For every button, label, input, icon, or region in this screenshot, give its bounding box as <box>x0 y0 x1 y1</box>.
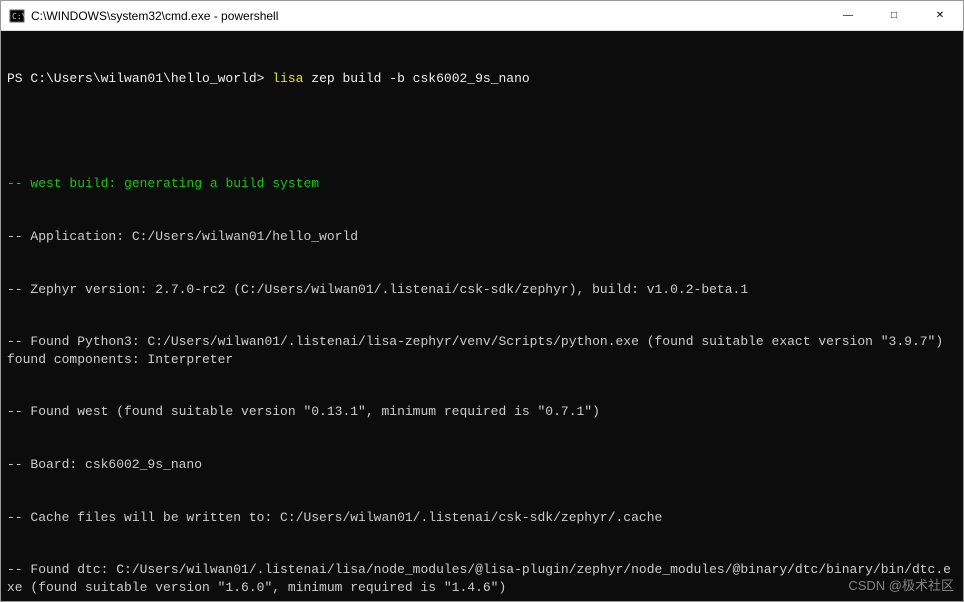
terminal-body[interactable]: PS C:\Users\wilwan01\hello_world> lisa z… <box>1 31 963 601</box>
prompt-path: PS C:\Users\wilwan01\hello_world> <box>7 71 272 86</box>
window-controls: — □ ✕ <box>825 1 963 31</box>
output-line: -- Zephyr version: 2.7.0-rc2 (C:/Users/w… <box>7 281 957 299</box>
command-yellow: lisa <box>272 71 311 86</box>
titlebar[interactable]: C:\ C:\WINDOWS\system32\cmd.exe - powers… <box>1 1 963 31</box>
window-title: C:\WINDOWS\system32\cmd.exe - powershell <box>31 9 825 23</box>
output-line: -- Cache files will be written to: C:/Us… <box>7 509 957 527</box>
command-rest: zep build -b csk6002_9s_nano <box>311 71 529 86</box>
watermark: CSDN @极术社区 <box>848 575 954 594</box>
window: C:\ C:\WINDOWS\system32\cmd.exe - powers… <box>0 0 964 602</box>
dashes: -- <box>7 176 30 191</box>
close-button[interactable]: ✕ <box>917 1 963 31</box>
minimize-button[interactable]: — <box>825 1 871 31</box>
svg-text:C:\: C:\ <box>12 12 25 21</box>
output-line: -- Found dtc: C:/Users/wilwan01/.listena… <box>7 561 957 596</box>
output-line: -- Application: C:/Users/wilwan01/hello_… <box>7 228 957 246</box>
output-line: -- Board: csk6002_9s_nano <box>7 456 957 474</box>
output-line: -- Found west (found suitable version "0… <box>7 403 957 421</box>
output-line: -- west build: generating a build system <box>7 175 957 193</box>
blank-line <box>7 123 957 141</box>
output-line: -- Found Python3: C:/Users/wilwan01/.lis… <box>7 333 957 368</box>
prompt-line: PS C:\Users\wilwan01\hello_world> lisa z… <box>7 70 957 88</box>
cmd-icon: C:\ <box>9 8 25 24</box>
west-build-msg: west build: generating a build system <box>30 176 319 191</box>
maximize-button[interactable]: □ <box>871 1 917 31</box>
